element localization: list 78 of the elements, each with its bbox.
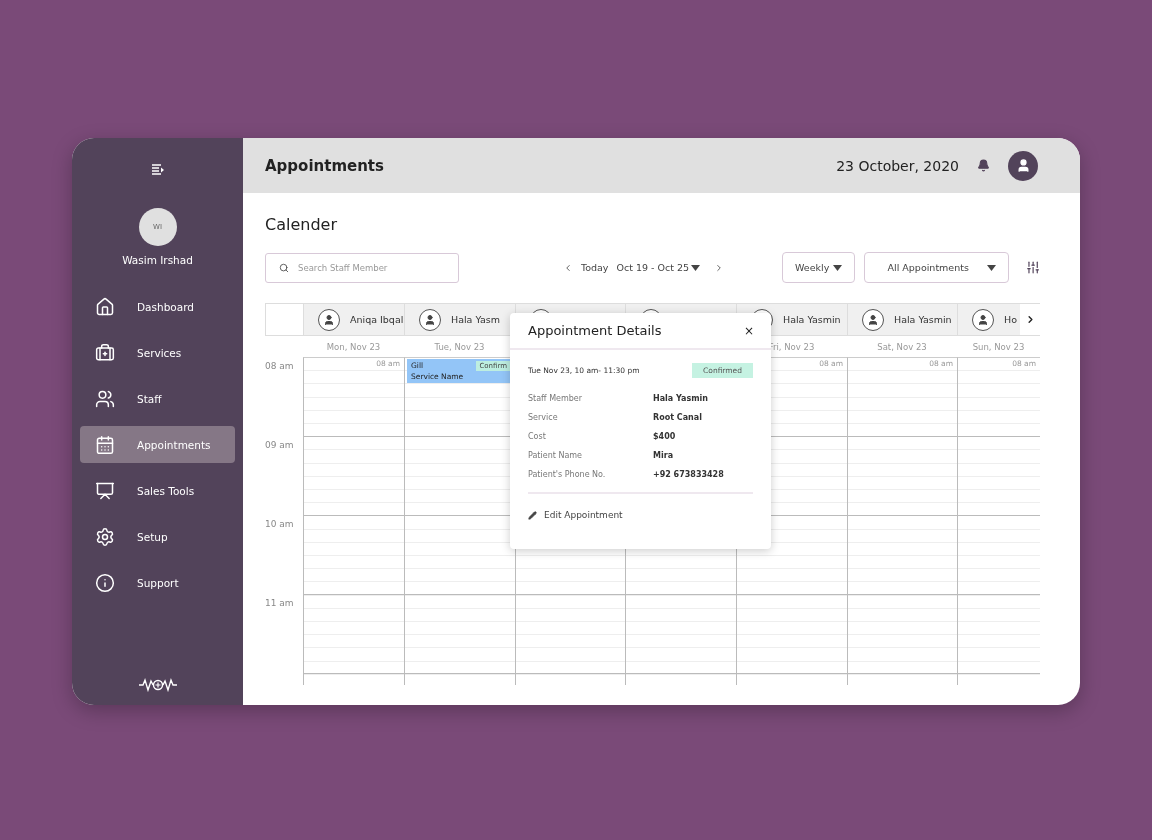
popup-title: Appointment Details [528,323,662,338]
nav-item[interactable]: Setup [80,518,235,555]
logo-drawing [137,677,178,693]
pencil-icon [528,510,537,520]
field-value: Root Canal [653,413,703,422]
staff-name: Hala Yasmin [894,314,952,325]
date-range-dropdown[interactable]: Oct 19 - Oct 25 [616,262,701,273]
person-icon [977,313,989,326]
caret-icon [832,264,842,271]
field-value: Hala Yasmin [653,394,709,403]
nav-label: Dashboard [137,300,194,313]
time-label: 10 am [265,518,295,531]
field-value: Mira [653,451,675,460]
person-icon [867,313,879,326]
previous-button[interactable] [563,262,573,273]
staff-name: Ho [1004,314,1017,325]
field-label: Cost [528,432,547,441]
next-staff-button[interactable] [1020,304,1040,335]
person-icon [424,313,436,326]
field-value: +92 673833428 [653,470,725,479]
staff-column-header[interactable]: Ho [957,304,1040,335]
nav-item[interactable]: Sales Tools [80,472,235,509]
nav-label: Services [137,346,182,359]
day-label: Sun, Nov 23 [971,340,1026,354]
filter-dropdown[interactable]: All Appointments [863,252,1009,283]
time-label: 08 am [265,360,295,373]
view-dropdown[interactable]: Weekly [782,252,855,283]
staff-name: Hala Yasm [451,314,500,325]
board-icon [95,480,115,501]
staff-column-header[interactable]: Hala Yasmin [847,304,957,335]
menu-toggle-icon[interactable] [150,164,165,176]
caret-icon [986,264,996,271]
nav-label: Setup [137,530,168,543]
time-label: 09 am [265,439,295,452]
filter-settings-icon[interactable] [1025,260,1040,275]
field-label: Patient Name [528,451,583,460]
field-label: Service [528,413,559,422]
nav-label: Staff [137,392,162,405]
caret-icon [691,264,701,271]
nav-item[interactable]: Dashboard [80,288,235,325]
user-name: Wasim Irshad [122,254,193,266]
field-label: Staff Member [528,394,584,403]
calendar-icon [95,434,115,455]
day-label: Sat, Nov 23 [876,340,928,354]
today-button[interactable]: Today [581,262,609,273]
people-icon [95,388,115,409]
person-icon [323,313,335,326]
nav-item[interactable]: Staff [80,380,235,417]
nav-label: Support [137,576,179,589]
chevron-left-icon [563,262,573,273]
house-icon [95,296,115,317]
person-icon [1015,158,1031,173]
nav-item[interactable]: Services [80,334,235,371]
field-label: Patient's Phone No. [528,470,607,479]
info-icon [95,572,115,593]
calendar-title: Calender [265,215,338,234]
notification-bell-icon[interactable] [977,159,990,172]
staff-column-header[interactable]: Aniqa Ibqal [303,304,404,335]
edit-appointment-link[interactable]: Edit Appointment [528,510,623,520]
profile-avatar[interactable] [1008,150,1038,181]
staff-column-header[interactable]: Hala Yasm [404,304,515,335]
staff-name: Aniqa Ibqal [350,314,404,325]
time-label: 11 am [265,597,295,610]
nav-label: Appointments [137,438,211,451]
medical-kit-icon [95,342,115,363]
nav-item[interactable]: Support [80,564,235,601]
search-field[interactable]: Search Staff Member [265,252,459,283]
day-label: Mon, Nov 23 [325,340,382,354]
field-value: $400 [653,432,677,441]
staff-name: Hala Yasmin [783,314,841,325]
current-date: 23 October, 2020 [836,157,959,174]
nav-label: Sales Tools [137,484,195,497]
nav-item[interactable]: Appointments [80,426,235,463]
day-label: Tue, Nov 23 [433,340,486,354]
close-button[interactable]: × [743,323,754,338]
settings-icon [95,526,115,547]
search-icon [279,262,289,273]
page-header-title: Appointments [265,156,385,175]
